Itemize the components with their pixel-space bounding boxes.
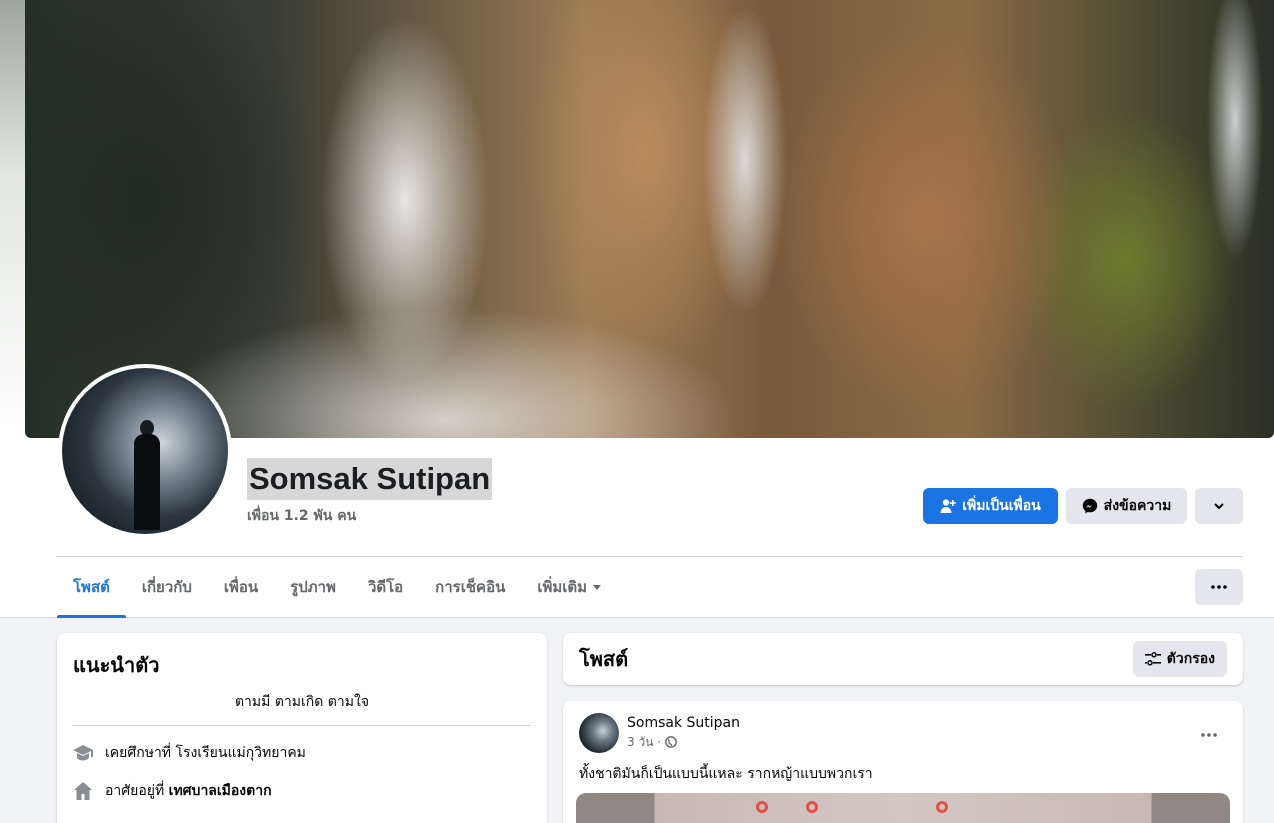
tab-about[interactable]: เกี่ยวกับ [126, 557, 208, 617]
profile-header: Somsak Sutipan เพื่อน 1.2 พัน คน เพิ่มเป… [0, 0, 1274, 618]
tab-photos[interactable]: รูปภาพ [274, 557, 352, 617]
tab-posts[interactable]: โพสต์ [57, 557, 126, 618]
lives-in-place[interactable]: เทศบาลเมืองตาก [169, 783, 272, 799]
messenger-icon [1082, 498, 1097, 514]
education-text: เคยศึกษาที่ โรงเรียนแม่กุวิทยาคม [105, 745, 306, 761]
profile-options-button[interactable] [1195, 488, 1243, 524]
avatar-person [134, 434, 160, 530]
friends-count[interactable]: เพื่อน 1.2 พัน คน [247, 505, 356, 527]
intro-bio: ตามมี ตามเกิด ตามใจ [73, 691, 531, 726]
post-author[interactable]: Somsak Sutipan [627, 715, 740, 731]
tab-more[interactable]: เพิ่มเติม [521, 557, 617, 617]
profile-name: Somsak Sutipan [247, 458, 493, 500]
tab-label: เกี่ยวกับ [141, 578, 192, 596]
profile-tabs: โพสต์ เกี่ยวกับ เพื่อน รูปภาพ วิดีโอ การ… [57, 557, 617, 618]
tabs-more-button[interactable] [1195, 569, 1243, 605]
post-meta: 3 วัน · [627, 733, 740, 752]
post-header: Somsak Sutipan 3 วัน · [579, 713, 1227, 753]
tab-label: โพสต์ [73, 578, 110, 596]
post-image-graphic [746, 801, 1006, 821]
cover-edge [0, 0, 25, 438]
posts-title: โพสต์ [579, 647, 629, 671]
more-icon [1201, 733, 1217, 737]
add-friend-label: เพิ่มเป็นเพื่อน [962, 498, 1041, 514]
tab-checkins[interactable]: การเช็คอิน [419, 557, 521, 617]
globe-icon [665, 736, 677, 748]
education-item: เคยศึกษาที่ โรงเรียนแม่กุวิทยาคม [73, 742, 531, 764]
post-text: ทั้งชาติมันก็เป็นแบบนี้แหละ รากหญ้าแบบพว… [579, 766, 873, 782]
chevron-down-icon [1214, 503, 1224, 510]
filter-icon [1144, 652, 1161, 666]
tab-label: การเช็คอิน [435, 578, 506, 596]
post-image[interactable] [576, 793, 1230, 823]
message-label: ส่งข้อความ [1103, 498, 1172, 514]
add-friend-icon [940, 499, 957, 513]
more-icon [1211, 585, 1227, 589]
post-card: Somsak Sutipan 3 วัน · ทั้งชาติมันก็เป็น… [563, 701, 1243, 823]
tab-label: รูปภาพ [290, 578, 336, 596]
tab-label: เพิ่มเติม [537, 578, 588, 596]
tab-videos[interactable]: วิดีโอ [352, 557, 419, 617]
intro-card: แนะนำตัว ตามมี ตามเกิด ตามใจ เคยศึกษาที่… [57, 633, 547, 823]
lives-in-item: อาศัยอยู่ที่ เทศบาลเมืองตาก [73, 780, 531, 802]
post-more-button[interactable] [1191, 717, 1227, 753]
filter-button[interactable]: ตัวกรอง [1132, 641, 1227, 677]
message-button[interactable]: ส่งข้อความ [1066, 488, 1187, 524]
lives-in-prefix: อาศัยอยู่ที่ [105, 783, 165, 799]
posts-header-card: โพสต์ ตัวกรอง [563, 633, 1243, 685]
tab-label: เพื่อน [223, 578, 259, 596]
filter-label: ตัวกรอง [1166, 651, 1215, 667]
cover-photo[interactable] [25, 0, 1274, 438]
post-time[interactable]: 3 วัน · [627, 733, 661, 752]
add-friend-button[interactable]: เพิ่มเป็นเพื่อน [923, 488, 1058, 524]
post-author-avatar[interactable] [579, 713, 619, 753]
tab-label: วิดีโอ [367, 578, 404, 596]
intro-title: แนะนำตัว [73, 653, 160, 677]
tab-friends[interactable]: เพื่อน [208, 557, 274, 617]
home-icon [73, 781, 93, 801]
graduation-cap-icon [73, 743, 93, 763]
profile-picture[interactable] [58, 364, 232, 538]
caret-down-icon [593, 585, 602, 590]
avatar[interactable] [62, 368, 228, 534]
